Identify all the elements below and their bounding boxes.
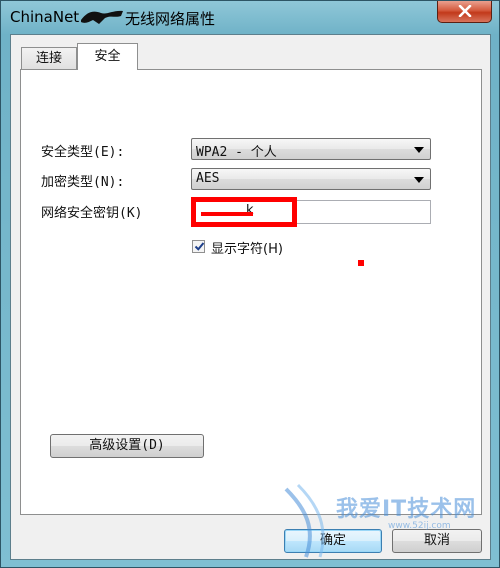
redacted-ssid-scribble — [81, 10, 123, 24]
security-type-value: WPA2 - 个人 — [196, 145, 277, 160]
encryption-type-label: 加密类型(N): — [41, 175, 125, 190]
security-panel: 安全类型(E): WPA2 - 个人 加密类型(N): AES 网络安全密钥(K… — [20, 69, 482, 515]
title-bar[interactable]: ChinaNet 无线网络属性 — [1, 1, 499, 35]
redaction-bar — [201, 212, 253, 216]
chevron-down-icon — [414, 177, 424, 183]
window-title-suffix: 无线网络属性 — [125, 10, 216, 28]
security-type-dropdown[interactable]: WPA2 - 个人 — [191, 138, 431, 160]
checkmark-icon — [194, 242, 205, 251]
cancel-button[interactable]: 取消 — [392, 529, 482, 553]
network-key-label: 网络安全密钥(K) — [41, 206, 143, 221]
window-title-prefix: ChinaNet — [10, 8, 80, 26]
tab-connection[interactable]: 连接 — [21, 47, 77, 69]
advanced-settings-button[interactable]: 高级设置(D) — [50, 434, 204, 458]
chevron-down-icon — [414, 147, 424, 153]
tab-security[interactable]: 安全 — [77, 43, 138, 70]
show-characters-label[interactable]: 显示字符(H) — [211, 238, 283, 257]
encryption-type-dropdown[interactable]: AES — [191, 168, 431, 190]
ok-button[interactable]: 确定 — [284, 529, 382, 553]
dialog-client-area: 连接 安全 安全类型(E): WPA2 - 个人 加密类型(N): AES 网络… — [10, 34, 491, 560]
annotation-dot — [358, 260, 364, 266]
close-icon — [458, 5, 472, 17]
security-type-label: 安全类型(E): — [41, 145, 125, 160]
properties-window: ChinaNet 无线网络属性 连接 安全 安全类型(E): WPA2 - 个人… — [0, 0, 500, 568]
show-characters-checkbox[interactable] — [192, 240, 205, 253]
close-button[interactable] — [437, 1, 492, 23]
encryption-type-value: AES — [196, 171, 220, 186]
